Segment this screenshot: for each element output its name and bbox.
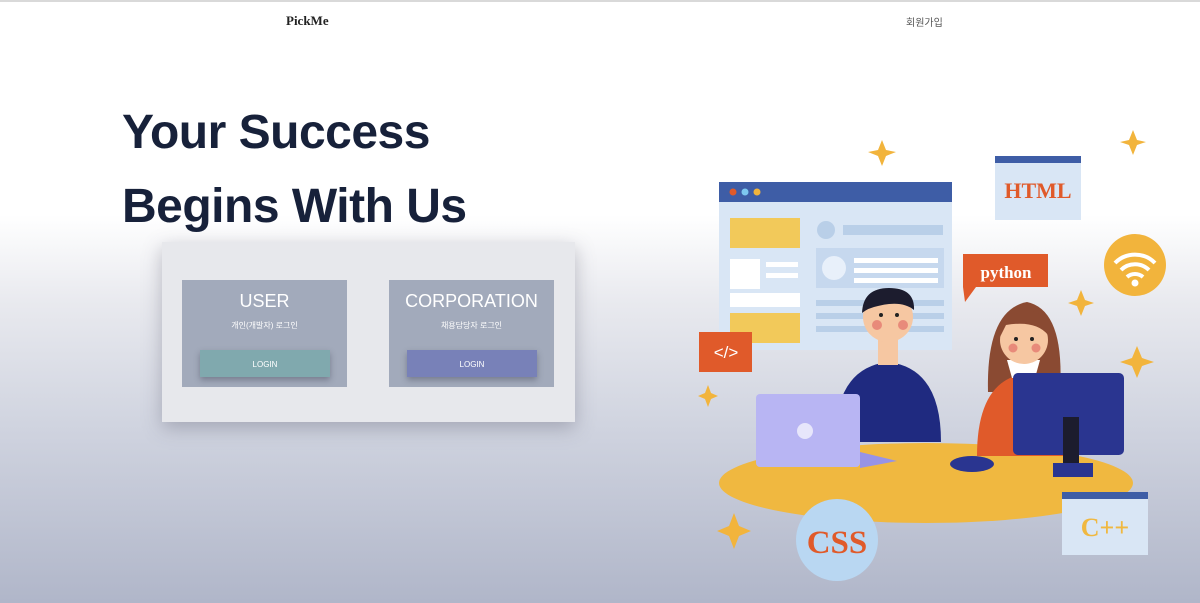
- cpp-label: C++: [1081, 513, 1129, 542]
- hero-heading: Your Success Begins With Us: [122, 96, 467, 244]
- wifi-icon: [1104, 234, 1166, 296]
- css-badge-graphic: CSS: [796, 499, 878, 581]
- developers-illustration: HTML python </> CSS C++: [698, 130, 1166, 581]
- html-label: HTML: [1004, 178, 1071, 203]
- sparkle-icon: [717, 513, 751, 549]
- sparkle-icon: [698, 385, 718, 407]
- python-bubble-graphic: python: [963, 254, 1048, 302]
- corporation-login-card: CORPORATION 채용담당자 로그인 LOGIN: [389, 280, 554, 387]
- mouse-graphic: [950, 456, 994, 472]
- corporation-login-button[interactable]: LOGIN: [407, 350, 537, 377]
- corporation-card-title: CORPORATION: [405, 291, 538, 311]
- corporation-card-subtitle: 채용담당자 로그인: [440, 321, 503, 330]
- sparkle-icon: [1120, 130, 1146, 155]
- user-login-card: USER 개인(개발자) 로그인 LOGIN: [182, 280, 347, 387]
- sparkle-icon: [1120, 346, 1154, 378]
- user-card-title: USER: [239, 291, 290, 311]
- user-login-button[interactable]: LOGIN: [200, 350, 330, 377]
- brand-logo[interactable]: PickMe: [286, 13, 329, 29]
- login-panel: USER 개인(개발자) 로그인 LOGIN CORPORATION 채용담당자…: [162, 242, 575, 422]
- html-window-graphic: HTML: [995, 156, 1081, 220]
- hero-line-2: Begins With Us: [122, 180, 467, 233]
- code-tag-label: </>: [714, 343, 739, 362]
- user-card-subtitle: 개인(개발자) 로그인: [231, 321, 298, 330]
- sparkle-icon: [1068, 290, 1094, 316]
- python-label: python: [980, 263, 1032, 282]
- code-tag-graphic: </>: [699, 332, 752, 372]
- top-border: [0, 0, 1200, 2]
- css-label: CSS: [807, 525, 868, 561]
- sparkle-icon: [868, 140, 896, 166]
- hero-line-1: Your Success: [122, 106, 430, 159]
- cpp-window-graphic: C++: [1062, 492, 1148, 555]
- signup-link[interactable]: 회원가입: [906, 14, 943, 29]
- browser-window-graphic: [719, 182, 952, 350]
